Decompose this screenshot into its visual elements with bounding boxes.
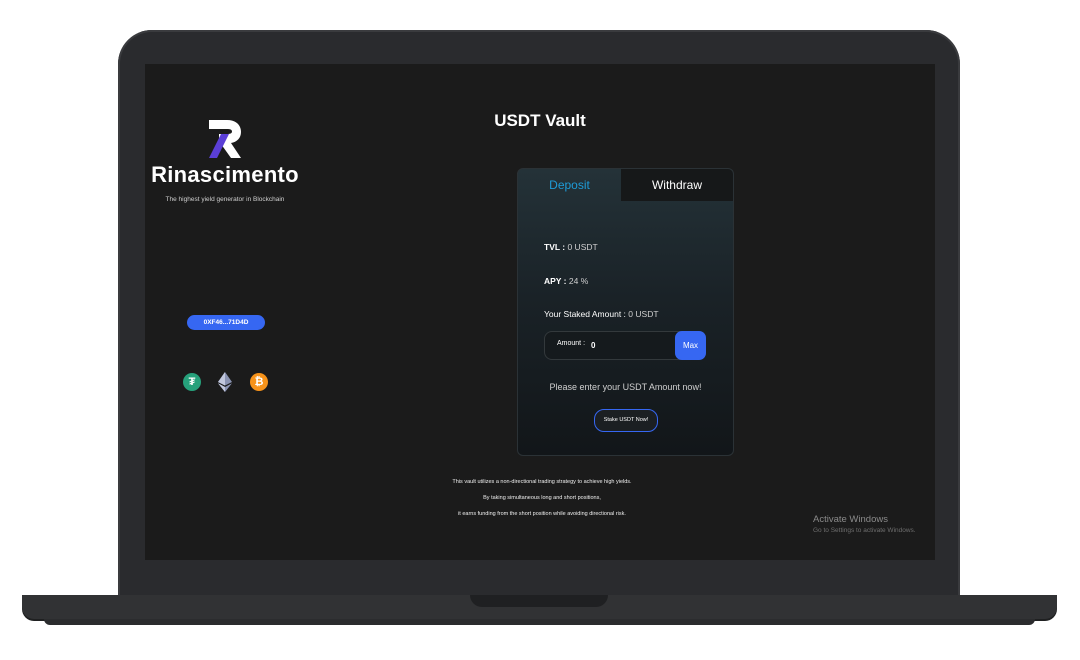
ethereum-icon[interactable] [218,372,232,392]
max-button[interactable]: Max [675,331,706,360]
wallet-address-button[interactable]: 0XF46...71D4D [187,315,265,330]
tvl-label: TVL : [544,242,566,252]
staked-value: 0 USDT [628,309,659,319]
bitcoin-icon[interactable]: ₿ [250,373,268,391]
staked-label: Your Staked Amount : [544,309,626,319]
tvl-value: 0 USDT [567,242,598,252]
apy-value: 24 % [568,276,589,286]
brand-name: Rinascimento [151,162,299,187]
laptop-notch [470,595,608,607]
activate-windows-title: Activate Windows [813,514,888,525]
vault-tabs: Deposit Withdraw [518,169,733,201]
apy-row: APY : 24 % [544,276,588,286]
staked-row: Your Staked Amount : 0 USDT [544,309,659,319]
tab-withdraw[interactable]: Withdraw [621,169,733,201]
vault-title: USDT Vault [494,111,586,130]
description-line-2: By taking simultaneous long and short po… [483,495,601,501]
amount-label: Amount : [557,340,586,347]
stake-button[interactable]: Stake USDT Now! [594,409,658,432]
app-screen: Rinascimento The highest yield generator… [145,64,935,560]
amount-input[interactable] [591,338,661,352]
tab-deposit[interactable]: Deposit [518,169,621,201]
description-line-1: This vault utilizes a non-directional tr… [452,479,632,485]
vault-card: Deposit Withdraw TVL : 0 USDT APY : 24 %… [517,168,734,456]
amount-field: Amount : Max [544,331,706,360]
activate-windows-subtitle: Go to Settings to activate Windows. [813,527,916,534]
brand-tagline: The highest yield generator in Blockchai… [165,196,285,203]
description-line-3: it earns funding from the short position… [458,511,626,517]
usdt-icon[interactable]: ₮ [183,373,201,391]
amount-prompt: Please enter your USDT Amount now! [549,382,702,392]
tvl-row: TVL : 0 USDT [544,242,598,252]
rinascimento-logo-icon [209,120,241,158]
laptop-base-shadow [44,619,1035,625]
apy-label: APY : [544,276,567,286]
